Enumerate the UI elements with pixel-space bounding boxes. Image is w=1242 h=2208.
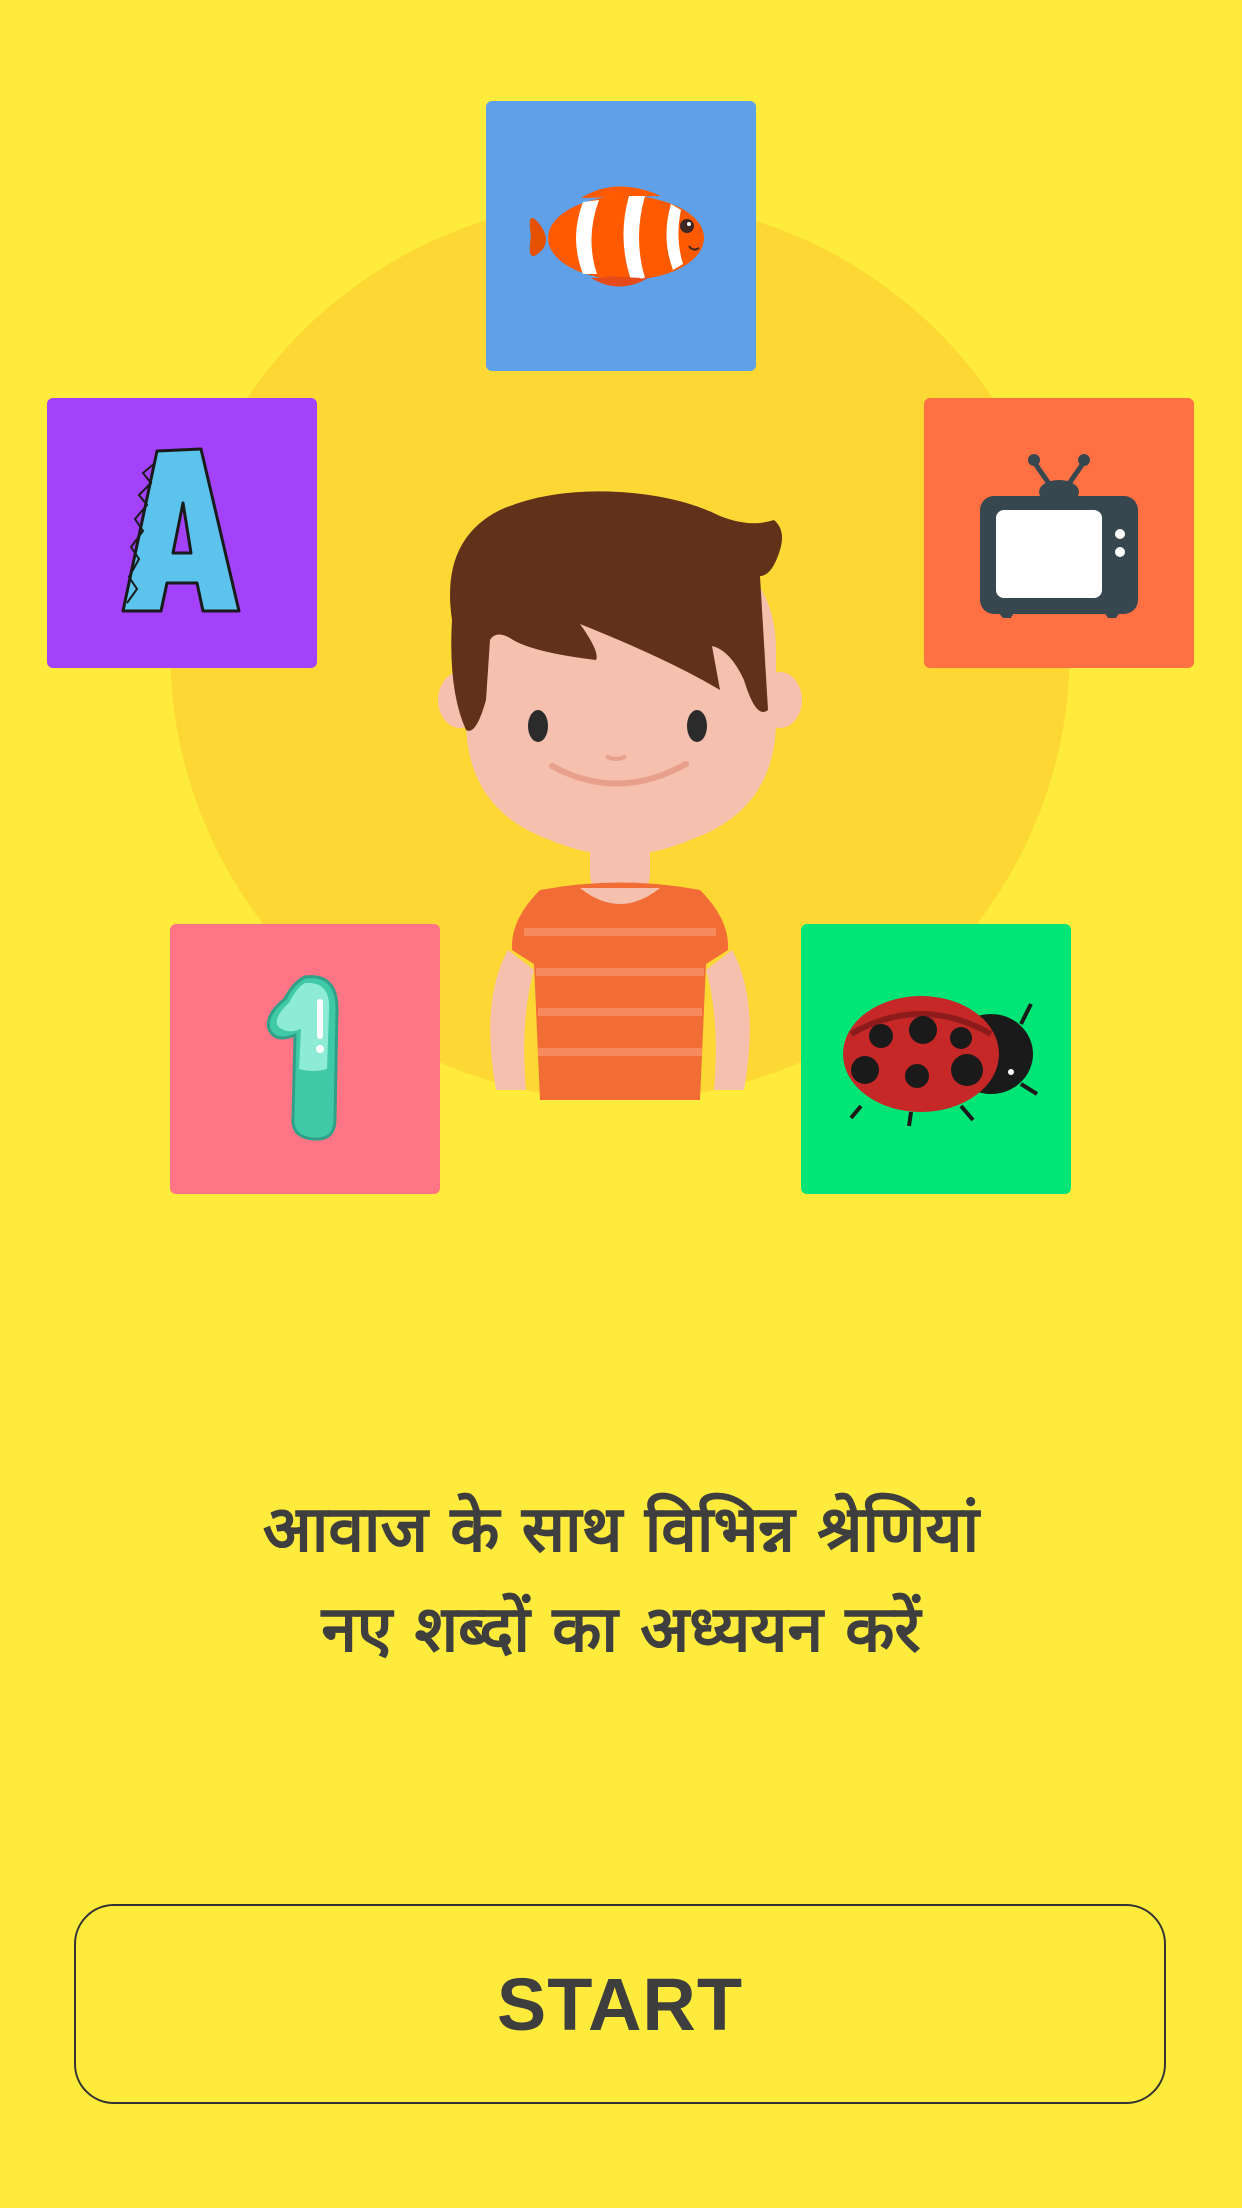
boy-mascot	[438, 491, 802, 1100]
category-tile-bug[interactable]	[801, 924, 1071, 1194]
ladybug-icon	[843, 996, 1039, 1127]
category-tile-number[interactable]	[170, 924, 440, 1194]
category-tile-fish[interactable]	[486, 101, 756, 371]
category-tile-tv[interactable]	[924, 398, 1194, 668]
start-button[interactable]: START	[74, 1904, 1166, 2104]
number-one-icon	[266, 975, 339, 1141]
category-tile-letter[interactable]	[47, 398, 317, 668]
headline-line-2: नए शब्दों का अध्ययन करें	[321, 1593, 921, 1667]
onboarding-screen: आवाज के साथ विभिन्न श्रेणियां नए शब्दों …	[0, 0, 1242, 2208]
headline: आवाज के साथ विभिन्न श्रेणियां नए शब्दों …	[0, 1480, 1242, 1680]
clownfish-icon	[529, 186, 704, 287]
headline-line-1: आवाज के साथ विभिन्न श्रेणियां	[262, 1493, 980, 1567]
letter-a-icon	[121, 447, 241, 613]
television-icon	[980, 454, 1138, 618]
